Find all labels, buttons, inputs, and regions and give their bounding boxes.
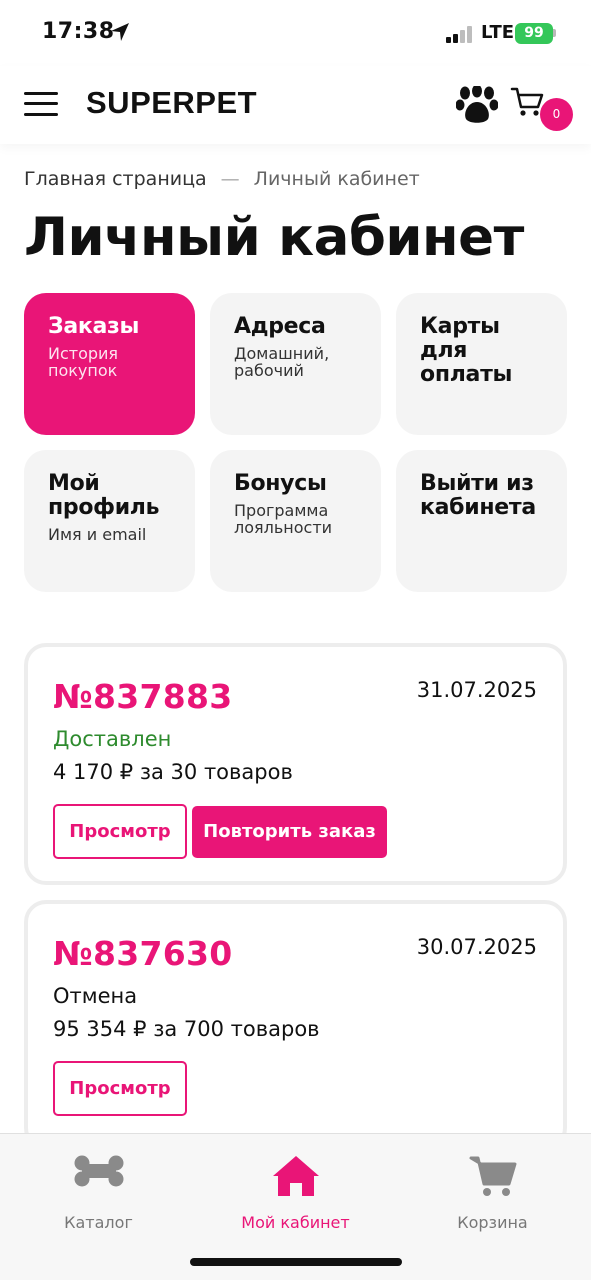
tile-subtitle: Имя и email <box>48 525 147 544</box>
order-card: №837883 31.07.2025 Доставлен 4 170 ₽ за … <box>24 643 567 885</box>
tile-title: Заказы <box>48 314 140 339</box>
header-cart-icon[interactable] <box>510 86 544 118</box>
tile-subtitle: История покупок <box>48 344 119 380</box>
tile-title: Мой профиль <box>48 471 160 520</box>
home-indicator <box>190 1258 402 1266</box>
battery-icon: 99 <box>515 23 553 44</box>
tile-title: Бонусы <box>234 471 327 496</box>
breadcrumb-separator: — <box>220 168 240 190</box>
order-number[interactable]: №837883 <box>53 677 233 716</box>
repeat-order-button[interactable]: Повторить заказ <box>192 806 387 858</box>
tile-profile[interactable]: Мой профиль Имя и email <box>24 450 195 592</box>
tile-title: Выйти из кабинета <box>420 471 536 520</box>
breadcrumb: Главная страница — Личный кабинет <box>24 168 420 190</box>
status-time: 17:38 <box>42 19 115 44</box>
cart-count-badge[interactable]: 0 <box>540 98 573 131</box>
tab-my-account[interactable]: Мой кабинет <box>197 1134 394 1244</box>
tile-subtitle: Домашний, рабочий <box>234 344 330 380</box>
tile-bonuses[interactable]: Бонусы Программа лояльности <box>210 450 381 592</box>
tab-label: Каталог <box>64 1213 133 1232</box>
home-icon <box>272 1156 319 1196</box>
tab-label: Мой кабинет <box>241 1213 350 1232</box>
page-title: Личный кабинет <box>24 207 524 268</box>
cart-icon <box>469 1156 516 1196</box>
menu-icon[interactable] <box>24 92 58 116</box>
bone-icon <box>74 1155 123 1187</box>
breadcrumb-current: Личный кабинет <box>253 168 420 190</box>
tab-label: Корзина <box>457 1213 528 1232</box>
logo[interactable]: SUPERPET <box>86 85 257 121</box>
order-total: 95 354 ₽ за 700 товаров <box>53 1017 320 1041</box>
tile-title: Карты для оплаты <box>420 314 513 387</box>
breadcrumb-home-link[interactable]: Главная страница <box>24 168 207 190</box>
order-card: №837630 30.07.2025 Отмена 95 354 ₽ за 70… <box>24 900 567 1150</box>
order-status: Отмена <box>53 984 138 1008</box>
view-order-button[interactable]: Просмотр <box>53 1061 187 1116</box>
order-date: 31.07.2025 <box>416 678 537 702</box>
order-total: 4 170 ₽ за 30 товаров <box>53 760 293 784</box>
tile-logout[interactable]: Выйти из кабинета <box>396 450 567 592</box>
view-order-button[interactable]: Просмотр <box>53 804 187 859</box>
network-label: LTE <box>481 22 515 43</box>
battery-tip <box>553 29 556 37</box>
battery-level: 99 <box>524 25 544 41</box>
app-header: SUPERPET <box>0 66 591 144</box>
tab-cart[interactable]: Корзина <box>394 1134 591 1244</box>
paw-icon[interactable] <box>456 86 498 124</box>
order-date: 30.07.2025 <box>416 935 537 959</box>
tile-orders[interactable]: Заказы История покупок <box>24 293 195 435</box>
tile-title: Адреса <box>234 314 326 339</box>
tab-catalog[interactable]: Каталог <box>0 1134 197 1244</box>
tile-subtitle: Программа лояльности <box>234 501 333 537</box>
status-bar: 17:38 LTE 99 <box>0 0 591 66</box>
order-number[interactable]: №837630 <box>53 934 233 973</box>
tile-payment-cards[interactable]: Карты для оплаты <box>396 293 567 435</box>
tile-addresses[interactable]: Адреса Домашний, рабочий <box>210 293 381 435</box>
location-arrow-icon <box>111 23 129 41</box>
order-status: Доставлен <box>53 727 172 751</box>
signal-icon <box>446 25 476 43</box>
